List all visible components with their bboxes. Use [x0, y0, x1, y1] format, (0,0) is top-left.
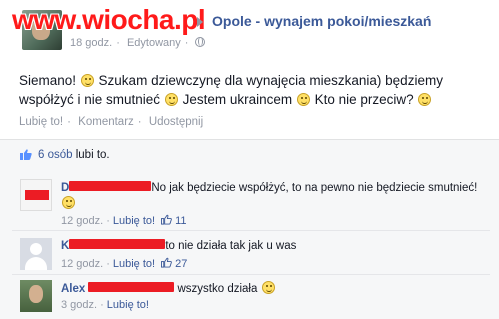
- comment-like-count[interactable]: 27: [175, 258, 187, 270]
- edited-label[interactable]: Edytowany: [127, 37, 181, 49]
- post-body: Siemano! Szukam dziewczynę dla wynajęcia…: [19, 71, 489, 109]
- comment-like-count[interactable]: 11: [175, 215, 186, 227]
- thumbs-up-icon: [20, 149, 32, 160]
- comment-item: D No jak będziecie współżyć, to na pewno …: [0, 176, 499, 236]
- commenter-name[interactable]: D: [61, 182, 69, 194]
- like-button[interactable]: Lubię to!: [19, 116, 63, 128]
- smiley-icon: [62, 196, 75, 209]
- redacted-name: [69, 181, 152, 191]
- arrow-right-icon: [197, 17, 203, 27]
- comment-meta: 12 godz. · Lubię to! 27: [61, 257, 188, 270]
- comment-text: wszystko działa: [177, 283, 261, 295]
- globe-icon: [195, 37, 206, 47]
- commenter-name[interactable]: K: [61, 240, 69, 252]
- commenter-avatar[interactable]: [20, 179, 52, 211]
- comment-content: D No jak będziecie współżyć, to na pewno …: [61, 181, 489, 212]
- post-actions: Lubię to! · Komentarz · Udostępnij: [19, 116, 204, 128]
- post-text-4: Kto nie przeciw?: [310, 92, 418, 107]
- comment-text: to nie działa tak jak u was: [165, 240, 297, 252]
- smiley-icon: [164, 93, 178, 106]
- post-meta: 18 godz. · Edytowany ·: [70, 37, 209, 49]
- post-text-1: Siemano!: [19, 73, 80, 88]
- group-name-link[interactable]: Opole - wynajem pokoi/mieszkań: [212, 13, 431, 29]
- comment-meta: 12 godz. · Lubię to! 11: [61, 214, 187, 227]
- smiley-icon: [418, 93, 432, 106]
- comment-time[interactable]: 12 godz.: [61, 258, 103, 270]
- likes-count-link[interactable]: 6 osób lubi to.: [38, 149, 110, 161]
- comment-text: No jak będziecie współżyć, to na pewno n…: [151, 182, 478, 194]
- comment-item: Kto nie działa tak jak u was 12 godz. · Lu…: [0, 233, 499, 277]
- comment-button[interactable]: Komentarz: [78, 116, 134, 128]
- comment-divider: [12, 274, 490, 275]
- thumbs-up-icon: [161, 257, 172, 268]
- smiley-icon: [80, 74, 94, 87]
- watermark-logo: www.wiocha.pl: [12, 4, 206, 35]
- comment-time[interactable]: 3 godz.: [61, 299, 97, 311]
- comment-content: Alex wszystko działa: [61, 281, 489, 297]
- comment-divider: [12, 230, 490, 231]
- comment-content: Kto nie działa tak jak u was: [61, 239, 489, 254]
- redacted-name: [88, 282, 175, 292]
- post-time[interactable]: 18 godz.: [70, 37, 112, 49]
- commenter-avatar[interactable]: [20, 238, 52, 270]
- redacted-name: [69, 239, 166, 249]
- commenter-name[interactable]: Alex: [61, 283, 85, 295]
- thumbs-up-icon: [161, 214, 172, 225]
- comment-meta: 3 godz. · Lubię to!: [61, 299, 149, 311]
- comments-section: D No jak będziecie współżyć, to na pewno …: [0, 170, 499, 319]
- post-text-3: Jestem ukraincem: [178, 92, 296, 107]
- smiley-icon: [296, 93, 310, 106]
- commenter-avatar[interactable]: [20, 280, 52, 312]
- share-button[interactable]: Udostępnij: [149, 116, 203, 128]
- likes-summary: 6 osób lubi to.: [0, 140, 499, 170]
- smiley-icon: [261, 281, 275, 294]
- comment-like-button[interactable]: Lubię to!: [113, 258, 155, 270]
- comment-like-button[interactable]: Lubię to!: [113, 215, 155, 227]
- comment-item: Alex wszystko działa 3 godz. · Lubię to!: [0, 277, 499, 319]
- comment-time[interactable]: 12 godz.: [61, 215, 103, 227]
- post-header: www.wiocha.pl Opole - wynajem pokoi/mies…: [0, 0, 499, 62]
- comment-like-button[interactable]: Lubię to!: [107, 299, 149, 311]
